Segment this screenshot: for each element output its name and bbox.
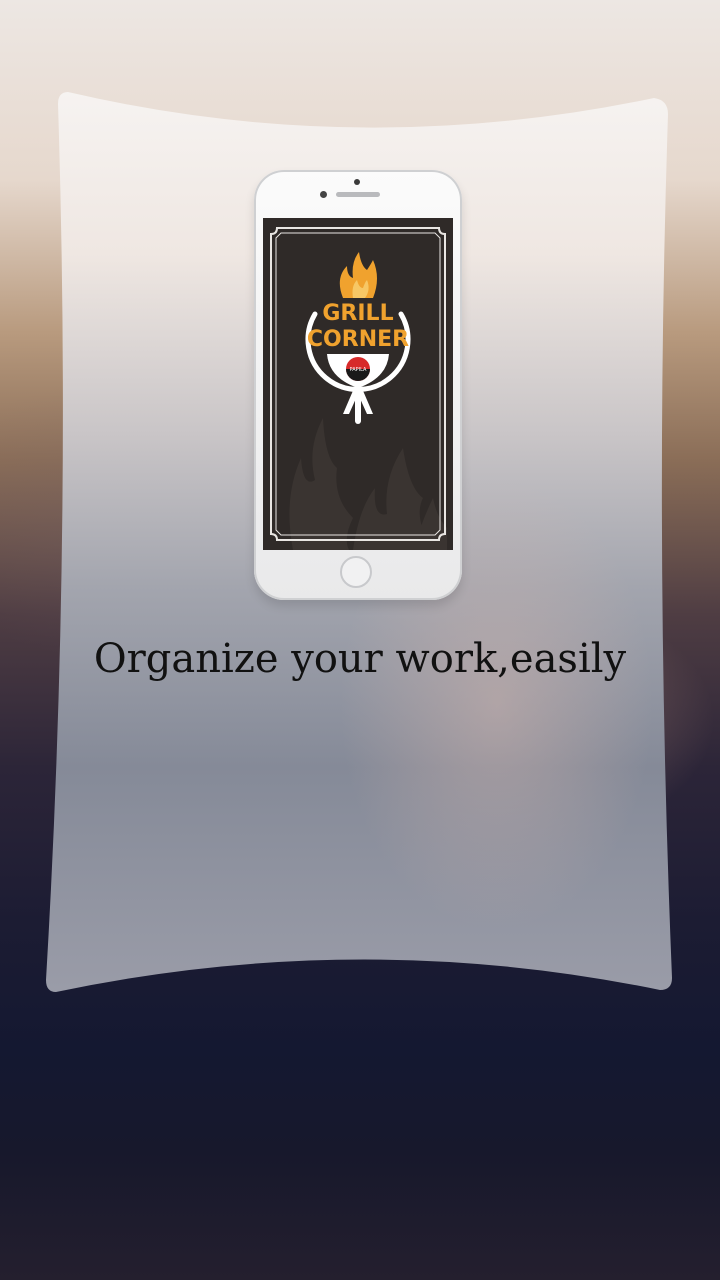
phone-speaker [336, 192, 380, 197]
sensor-icon [320, 191, 327, 198]
home-button [340, 556, 372, 588]
phone-mockup: GRILL CORNER PAPILA [254, 170, 462, 600]
logo-line2: CORNER [307, 327, 409, 352]
logo-line1: GRILL [322, 301, 393, 326]
flame-icon [339, 252, 377, 298]
logo-badge-text: PAPILA [350, 367, 368, 373]
grill-icon: PAPILA [327, 354, 389, 424]
background-flames-icon [289, 418, 447, 550]
phone-screen: GRILL CORNER PAPILA [263, 218, 453, 550]
app-splash: GRILL CORNER PAPILA [270, 227, 447, 550]
onboarding-tagline: Organize your work,easily [93, 636, 627, 682]
front-camera-icon [354, 179, 360, 185]
